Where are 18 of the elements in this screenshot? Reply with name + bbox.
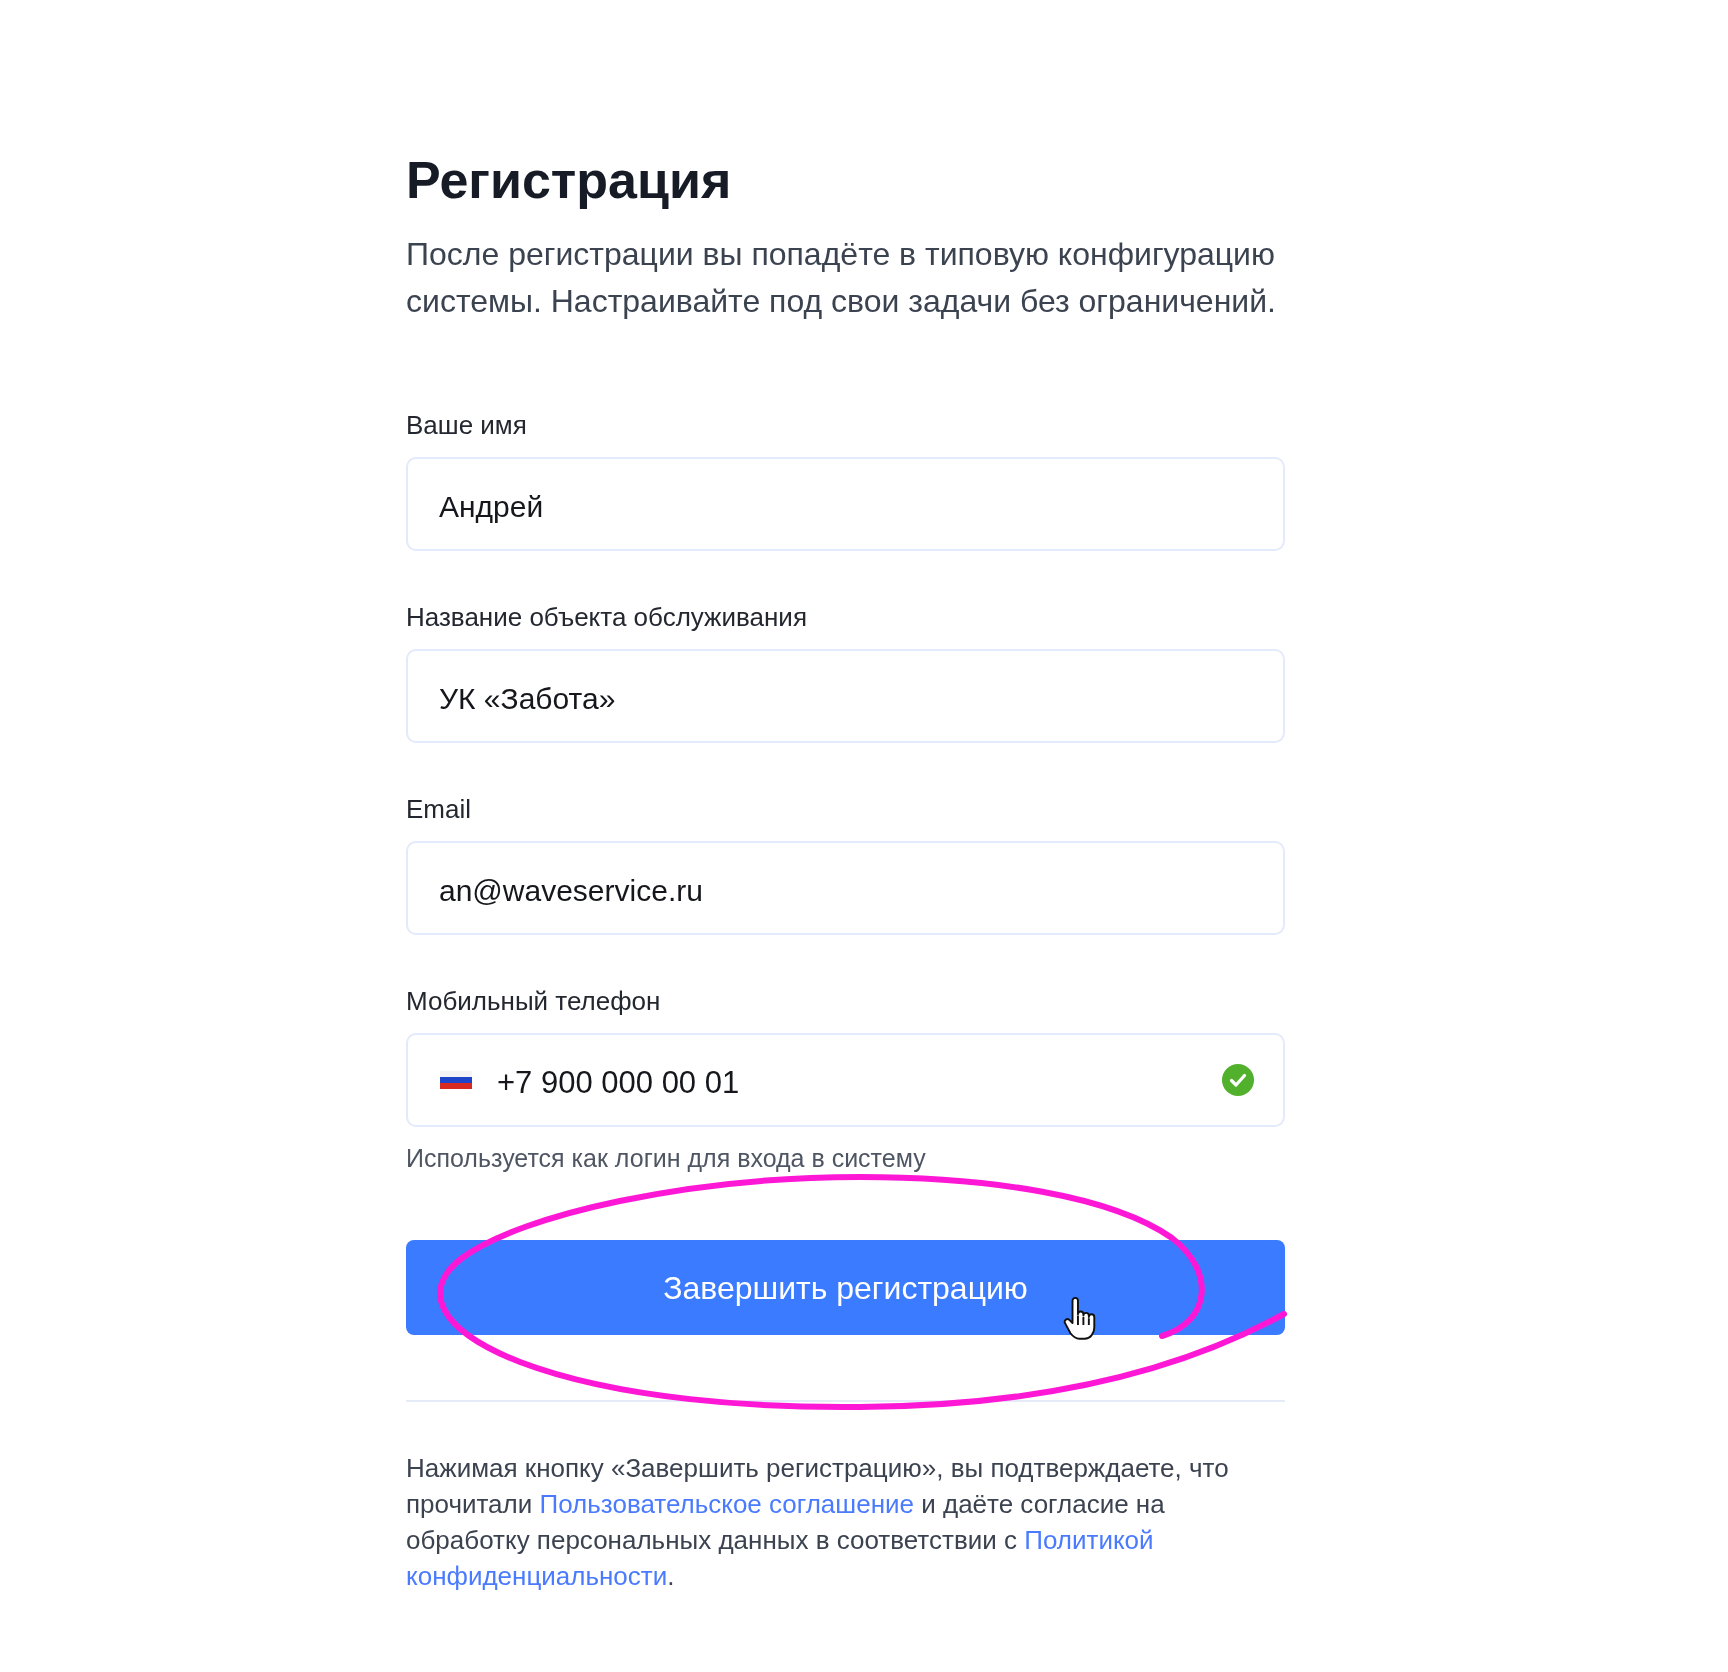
flag-icon: [440, 1071, 472, 1089]
subtitle-text: После регистрации вы попадёте в типовую конфигурацию системы. Настраивайте под свои задачи без ограничений.: [406, 235, 1277, 321]
text-link[interactable]: Пользовательское соглашение: [539, 1489, 914, 1519]
input-field[interactable]: УК «Забота»: [406, 649, 1285, 743]
field-label: Мобильный телефон: [406, 985, 662, 1017]
input-field[interactable]: Андрей: [406, 457, 1285, 551]
input-field[interactable]: an@waveservice.ru: [406, 841, 1285, 935]
field-label: Название объекта обслуживания: [406, 601, 808, 633]
consent-text: Нажимая кнопку «Завершить регистрацию», вы подтверждаете, что прочитали Пользовательское соглашение и даёте согласие на обработку персональных данных в соответствии с Политикой конфиденциальности.: [406, 1452, 1230, 1593]
phone-field[interactable]: +7 900 000 00 01: [406, 1033, 1285, 1127]
hand-cursor-icon: [1063, 1296, 1097, 1342]
field-label: Ваше имя: [406, 409, 528, 441]
text-link[interactable]: конфиденциальности: [406, 1561, 668, 1591]
field-hint: Используется как логин для входа в систему: [406, 1143, 927, 1174]
field-label: Email: [406, 793, 472, 825]
page-title: Регистрация: [406, 150, 733, 210]
text-link[interactable]: Политикой: [1024, 1525, 1154, 1555]
submit-button[interactable]: Завершить регистрацию: [406, 1240, 1285, 1335]
